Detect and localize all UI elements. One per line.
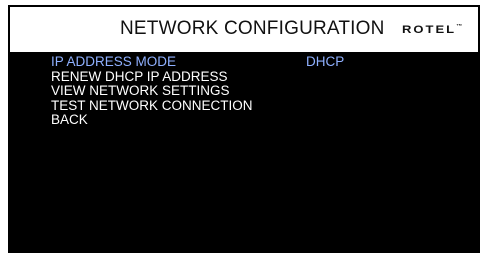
- brand-name: ROTEL: [402, 23, 457, 36]
- page-title: NETWORK CONFIGURATION: [120, 18, 385, 39]
- trademark-mark: ™: [456, 23, 463, 29]
- osd-screen: NETWORK CONFIGURATION ROTEL™ IP ADDRESS …: [8, 5, 480, 253]
- menu-item-back[interactable]: BACK: [51, 112, 253, 128]
- menu-item-ip-address-mode[interactable]: IP ADDRESS MODE: [51, 54, 253, 70]
- ip-address-mode-value[interactable]: DHCP: [306, 54, 344, 70]
- menu-item-test-network-connection[interactable]: TEST NETWORK CONNECTION: [51, 98, 253, 114]
- menu-item-view-network-settings[interactable]: VIEW NETWORK SETTINGS: [51, 83, 253, 99]
- network-config-menu: IP ADDRESS MODE RENEW DHCP IP ADDRESS VI…: [51, 54, 253, 128]
- title-bar: NETWORK CONFIGURATION ROTEL™: [10, 7, 478, 52]
- rotel-logo: ROTEL™: [402, 23, 462, 36]
- menu-item-renew-dhcp[interactable]: RENEW DHCP IP ADDRESS: [51, 69, 253, 85]
